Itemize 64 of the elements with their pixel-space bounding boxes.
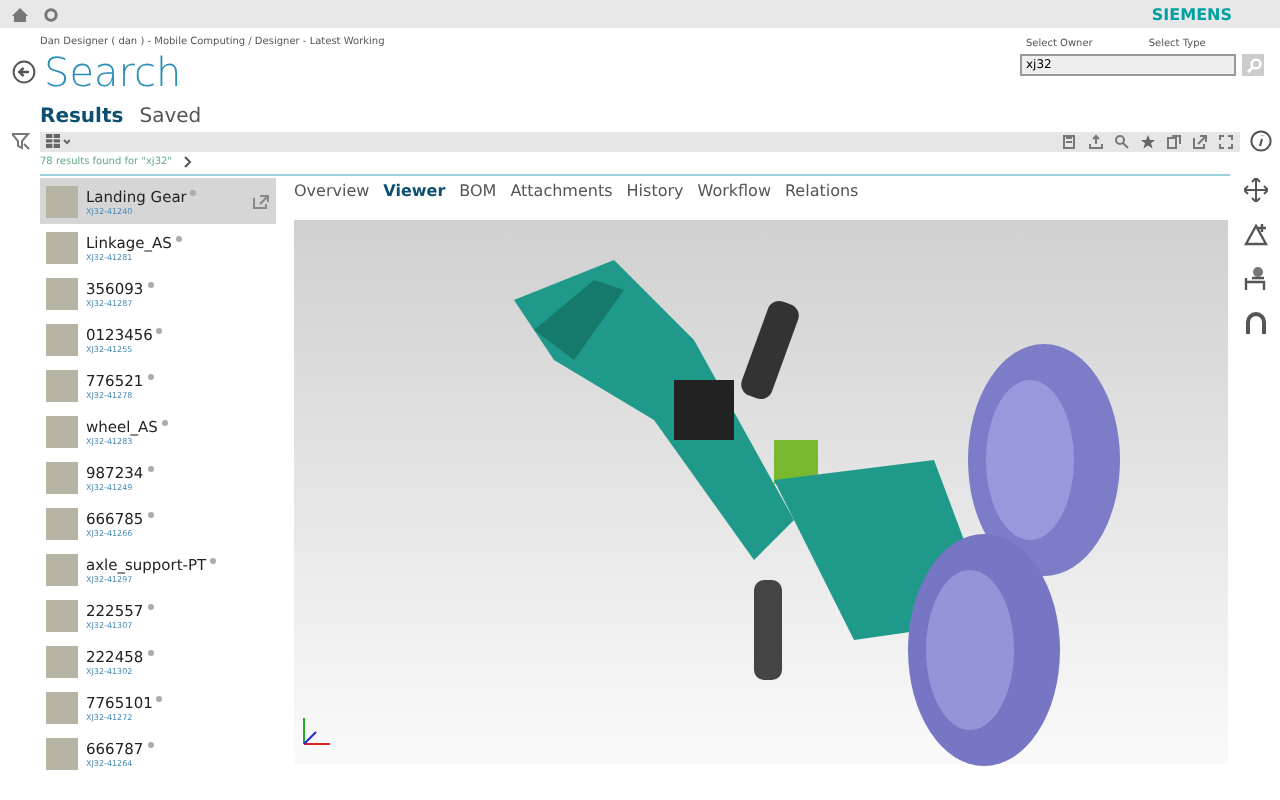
status-icon xyxy=(147,373,154,379)
thumbnail-placeholder xyxy=(46,277,78,309)
thumbnail-placeholder xyxy=(46,737,78,769)
share-icon[interactable] xyxy=(252,193,270,209)
status-icon xyxy=(156,695,163,701)
detail-tab[interactable]: Viewer xyxy=(383,182,446,200)
detail-tab[interactable]: History xyxy=(626,182,684,200)
thumbnail-placeholder xyxy=(46,507,78,539)
star-icon[interactable] xyxy=(1140,133,1156,149)
person-icon xyxy=(1244,266,1268,290)
share-icon[interactable] xyxy=(1192,133,1208,149)
back-button[interactable] xyxy=(12,60,36,84)
zoom-icon[interactable] xyxy=(1114,133,1130,149)
thumbnail-placeholder xyxy=(46,231,78,263)
home-icon[interactable] xyxy=(12,7,28,21)
filter-icon[interactable] xyxy=(11,132,29,150)
thumbnail-placeholder xyxy=(46,323,78,355)
copy-icon[interactable] xyxy=(1166,133,1182,149)
detail-tab[interactable]: Relations xyxy=(784,182,859,200)
axes-icon xyxy=(300,716,332,748)
page-title: Search xyxy=(44,50,182,94)
thumbnail-placeholder xyxy=(46,369,78,401)
thumbnail-placeholder xyxy=(46,185,78,217)
status-icon xyxy=(161,419,168,425)
viewer-canvas[interactable] xyxy=(294,220,1228,764)
upload-icon[interactable] xyxy=(1088,133,1104,149)
view-tab[interactable]: Saved xyxy=(139,106,202,128)
view-tab[interactable]: Results xyxy=(40,106,124,128)
status-icon xyxy=(175,235,182,241)
thumbnail-placeholder xyxy=(46,461,78,493)
measure-icon xyxy=(1244,222,1268,246)
search-icon xyxy=(1245,57,1261,73)
back-icon xyxy=(12,60,36,84)
brand-logo: SIEMENS xyxy=(1151,5,1232,23)
detail-tab[interactable]: Attachments xyxy=(510,182,613,200)
status-icon xyxy=(147,603,154,609)
detail-tab[interactable]: Overview xyxy=(294,182,370,200)
thumbnail-placeholder xyxy=(46,645,78,677)
status-icon xyxy=(147,511,154,517)
status-icon xyxy=(210,557,217,563)
status-icon xyxy=(147,741,154,747)
magnet-icon xyxy=(1244,310,1268,334)
thumbnail-placeholder xyxy=(46,599,78,631)
info-icon[interactable] xyxy=(1249,130,1271,152)
thumbnail-placeholder xyxy=(46,415,78,447)
status-icon xyxy=(147,649,154,655)
chevron-icon[interactable] xyxy=(184,156,192,168)
thumbnail-placeholder xyxy=(46,553,78,585)
fullscreen-icon[interactable] xyxy=(1218,133,1234,149)
status-icon xyxy=(147,281,154,287)
edit-icon[interactable] xyxy=(1062,133,1078,149)
move-icon xyxy=(1244,178,1268,202)
detail-tab[interactable]: Workflow xyxy=(697,182,771,200)
list-view-icon[interactable] xyxy=(46,134,70,148)
magnet-button[interactable] xyxy=(1244,310,1268,334)
status-icon xyxy=(190,189,197,195)
detail-tab[interactable]: BOM xyxy=(459,182,497,200)
person-button[interactable] xyxy=(1244,266,1268,290)
move-button[interactable] xyxy=(1244,178,1268,202)
settings-icon[interactable] xyxy=(44,7,58,21)
status-icon xyxy=(156,327,163,333)
measure-button[interactable] xyxy=(1244,222,1268,246)
thumbnail-placeholder xyxy=(46,691,78,723)
status-icon xyxy=(147,465,154,471)
